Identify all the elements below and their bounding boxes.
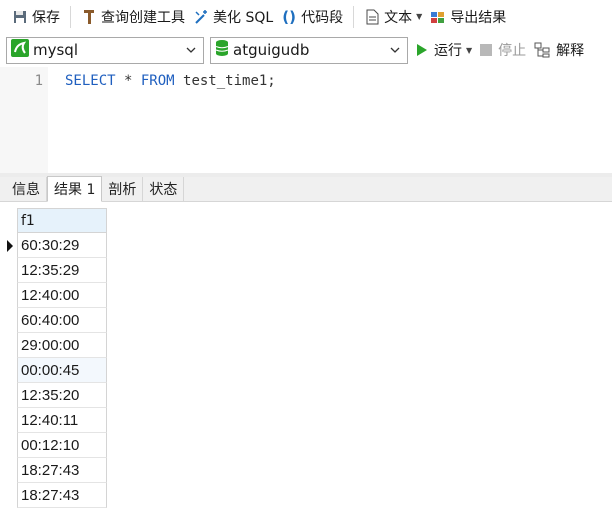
- table-row[interactable]: 60:40:00: [17, 308, 107, 333]
- query-builder-button[interactable]: 查询创建工具: [77, 4, 189, 30]
- table-row[interactable]: 29:00:00: [17, 333, 107, 358]
- beautify-sql-button[interactable]: 美化 SQL: [189, 4, 277, 30]
- column-header-f1[interactable]: f1: [17, 208, 107, 233]
- table-cell: 12:35:20: [21, 386, 80, 404]
- tab-status-label: 状态: [149, 182, 178, 198]
- run-label: 运行: [434, 43, 462, 59]
- toolbar-divider: [70, 5, 71, 28]
- sql-editor[interactable]: 1 SELECT * FROM test_time1;: [0, 67, 612, 173]
- chevron-down-icon: [186, 47, 196, 53]
- run-button[interactable]: 运行 ▼: [416, 40, 472, 60]
- table-row[interactable]: 00:00:45: [17, 358, 107, 383]
- line-number-gutter: 1: [0, 67, 48, 173]
- column-header-label: f1: [21, 212, 35, 229]
- braces-icon: (): [282, 7, 297, 26]
- explain-label: 解释: [556, 43, 585, 59]
- table-cell: 00:00:45: [21, 361, 80, 379]
- table-cell: 18:27:43: [21, 461, 80, 479]
- table-row[interactable]: 00:12:10: [17, 433, 107, 458]
- main-toolbar: 保存 查询创建工具 美化 SQL () 代码段 文本 ▼ 导出结果: [0, 0, 612, 33]
- stop-label: 停止: [498, 43, 527, 59]
- table-cell: 00:12:10: [21, 436, 80, 454]
- sql-table-name: test_time1;: [174, 73, 276, 89]
- sql-star: *: [115, 73, 141, 89]
- sql-keyword-from: FROM: [140, 73, 175, 89]
- text-mode-label: 文本: [384, 9, 413, 26]
- beautify-sql-label: 美化 SQL: [213, 9, 274, 26]
- table-row[interactable]: 60:30:29: [17, 233, 107, 258]
- table-row[interactable]: 18:27:43: [17, 483, 107, 508]
- tab-profile[interactable]: 剖析: [102, 177, 144, 201]
- table-cell: 29:00:00: [21, 336, 80, 354]
- save-button[interactable]: 保存: [8, 4, 64, 30]
- save-icon: [12, 9, 28, 25]
- stop-button[interactable]: 停止: [480, 40, 526, 60]
- table-row[interactable]: 12:35:29: [17, 258, 107, 283]
- text-mode-button[interactable]: 文本 ▼: [360, 4, 426, 30]
- table-cell: 18:27:43: [21, 486, 80, 504]
- tab-info-label: 信息: [12, 182, 40, 198]
- tab-profile-label: 剖析: [108, 182, 137, 198]
- database-select[interactable]: atguigudb: [210, 36, 408, 64]
- stop-icon: [480, 44, 493, 56]
- export-icon: [430, 9, 446, 25]
- play-icon: [416, 43, 428, 57]
- database-icon: [215, 39, 229, 61]
- table-cell: 12:40:11: [21, 411, 79, 429]
- table-cell: 12:35:29: [21, 261, 80, 279]
- table-row[interactable]: 12:40:00: [17, 283, 107, 308]
- line-number: 1: [34, 73, 43, 89]
- connection-select-value: mysql: [33, 41, 78, 59]
- explain-icon: [534, 42, 550, 58]
- table-row[interactable]: 12:35:20: [17, 383, 107, 408]
- table-row[interactable]: 12:40:11: [17, 408, 107, 433]
- export-results-label: 导出结果: [450, 9, 507, 26]
- explain-button[interactable]: 解释: [534, 40, 584, 60]
- tab-status[interactable]: 状态: [143, 177, 185, 201]
- save-label: 保存: [32, 9, 60, 26]
- code-snippet-label: 代码段: [301, 9, 344, 26]
- sql-code-line[interactable]: SELECT * FROM test_time1;: [65, 73, 276, 89]
- table-cell: 12:40:00: [21, 286, 80, 304]
- table-cell: 60:40:00: [21, 311, 80, 329]
- toolbar-divider: [353, 5, 355, 28]
- current-row-arrow-icon: [7, 240, 13, 252]
- query-builder-label: 查询创建工具: [101, 9, 185, 26]
- dropdown-caret-icon[interactable]: ▼: [466, 46, 472, 55]
- mysql-connection-icon: [11, 39, 29, 61]
- connection-select[interactable]: mysql: [6, 36, 204, 64]
- sql-keyword-select: SELECT: [65, 73, 116, 89]
- chevron-down-icon: [390, 47, 400, 53]
- tab-result-1-label: 结果 1: [54, 182, 96, 198]
- result-tabs: 信息 结果 1 剖析 状态: [0, 176, 612, 202]
- document-icon: [364, 9, 380, 25]
- query-builder-icon: [81, 9, 97, 25]
- dropdown-caret-icon[interactable]: ▼: [416, 12, 422, 21]
- tab-info[interactable]: 信息: [6, 177, 47, 201]
- table-cell: 60:30:29: [21, 236, 80, 254]
- database-select-value: atguigudb: [233, 41, 310, 59]
- magic-wand-icon: [193, 9, 209, 25]
- table-row[interactable]: 18:27:43: [17, 458, 107, 483]
- connection-bar: mysql atguigudb 运行 ▼ 停止 解释: [0, 33, 612, 67]
- tab-result-1[interactable]: 结果 1: [47, 176, 103, 202]
- code-snippet-button[interactable]: () 代码段: [277, 4, 347, 30]
- export-results-button[interactable]: 导出结果: [426, 4, 510, 30]
- result-rows: 60:30:29 12:35:29 12:40:00 60:40:00 29:0…: [17, 233, 107, 508]
